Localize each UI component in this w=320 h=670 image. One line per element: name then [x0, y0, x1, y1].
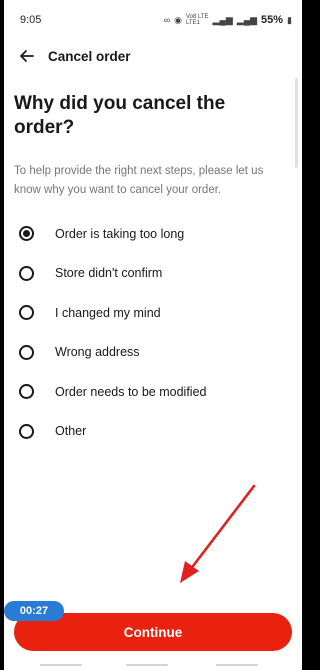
continue-label: Continue [123, 624, 183, 640]
system-nav-bar [4, 660, 302, 670]
timer-text: 00:27 [19, 605, 49, 617]
screen: 9:05 ∞ ◉ Vo8 LTE LTE1 ▂▄▆ ▂▄▆ 55% ▮ Canc… [4, 0, 302, 670]
annotation-arrow [180, 484, 256, 583]
nav-back-button[interactable] [216, 664, 258, 666]
nav-recents-button[interactable] [40, 664, 82, 666]
nav-home-button[interactable] [126, 664, 168, 666]
recording-timer-badge: 00:27 [4, 601, 64, 621]
